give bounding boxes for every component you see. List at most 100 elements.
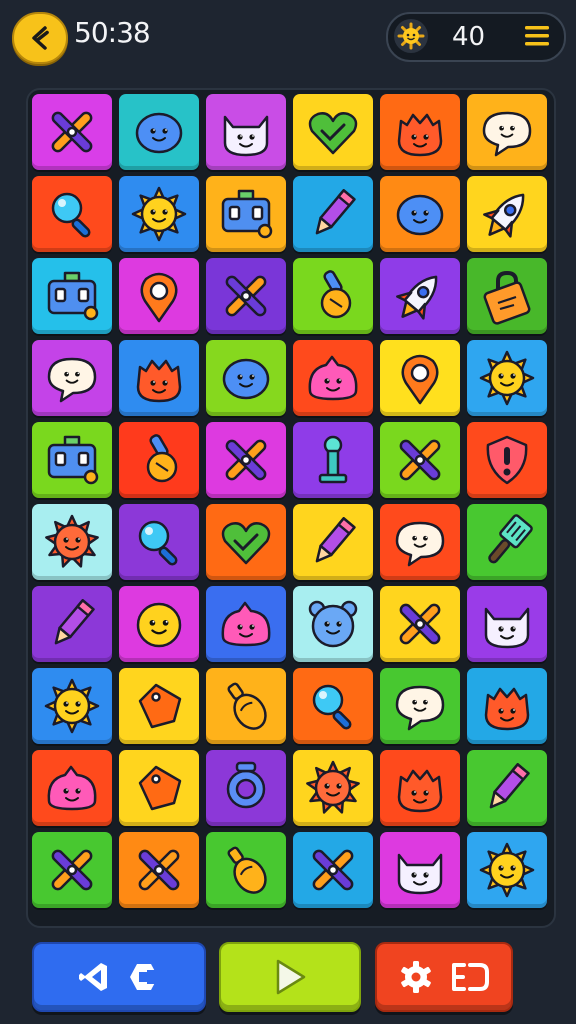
blob-face-icon <box>135 112 183 154</box>
tile-speech-face[interactable] <box>380 504 460 580</box>
tile-monster-face[interactable] <box>119 340 199 416</box>
tile-rocket[interactable] <box>467 176 547 252</box>
score-panel: 40 <box>386 12 566 62</box>
tile-crossed-sticks[interactable] <box>32 832 112 908</box>
monster-face-icon <box>136 359 182 403</box>
tile-blob-face[interactable] <box>380 176 460 252</box>
tile-pin[interactable] <box>119 258 199 334</box>
crossed-sticks-icon <box>399 603 441 645</box>
tile-cat-face[interactable] <box>206 94 286 170</box>
tile-tag[interactable] <box>119 750 199 826</box>
tile-crossed-sticks[interactable] <box>293 832 373 908</box>
tile-tag[interactable] <box>119 668 199 744</box>
bottom-bar <box>0 936 576 1024</box>
blob-face-icon <box>396 194 444 236</box>
tile-slime-face[interactable] <box>32 750 112 826</box>
crossed-sticks-icon <box>225 275 267 317</box>
play-button[interactable] <box>219 942 361 1012</box>
tile-crossed-sticks[interactable] <box>206 258 286 334</box>
tile-speech-face[interactable] <box>467 94 547 170</box>
magnifier-icon <box>51 192 91 238</box>
brush-icon <box>146 434 178 483</box>
heart-icon <box>308 112 358 155</box>
tile-pin[interactable] <box>380 340 460 416</box>
speech-face-icon <box>395 685 445 731</box>
hamburger-menu-icon[interactable] <box>524 24 550 48</box>
slime-face-icon <box>221 601 271 647</box>
star-face-icon <box>45 514 99 568</box>
tile-spatula[interactable] <box>467 504 547 580</box>
tile-brush[interactable] <box>119 422 199 498</box>
sun-face-icon <box>44 678 100 734</box>
smile-face-icon <box>136 602 182 648</box>
tile-star-face[interactable] <box>293 750 373 826</box>
tile-slime-face[interactable] <box>206 586 286 662</box>
sun-face-icon <box>479 842 535 898</box>
tile-bear-face[interactable] <box>293 586 373 662</box>
sun-coin-icon <box>394 19 428 53</box>
pin-icon <box>401 354 439 405</box>
tile-bottle[interactable] <box>206 832 286 908</box>
pencil-icon <box>315 189 356 235</box>
tile-monster-face[interactable] <box>380 94 460 170</box>
tile-smile-face[interactable] <box>119 586 199 662</box>
robot-icon <box>47 271 99 321</box>
tools-button[interactable] <box>32 942 206 1012</box>
settings-exit-button[interactable] <box>375 942 513 1012</box>
exit-icon <box>452 963 489 991</box>
tile-blob-face[interactable] <box>206 340 286 416</box>
tile-magnifier[interactable] <box>293 668 373 744</box>
tile-sun-face[interactable] <box>467 832 547 908</box>
tile-heart[interactable] <box>293 94 373 170</box>
tile-pillar[interactable] <box>293 422 373 498</box>
tile-crossed-sticks[interactable] <box>32 94 112 170</box>
tile-pencil[interactable] <box>467 750 547 826</box>
tile-brush[interactable] <box>293 258 373 334</box>
top-bar: 50:38 40 <box>0 0 576 76</box>
tile-sun-face[interactable] <box>467 340 547 416</box>
ring-icon <box>226 761 266 809</box>
tile-shield[interactable] <box>467 422 547 498</box>
tile-pencil[interactable] <box>32 586 112 662</box>
tile-heart[interactable] <box>206 504 286 580</box>
tile-speech-face[interactable] <box>380 668 460 744</box>
tile-monster-face[interactable] <box>380 750 460 826</box>
tile-robot[interactable] <box>206 176 286 252</box>
rocket-icon <box>396 275 438 320</box>
back-button[interactable] <box>12 12 68 64</box>
sun-face-icon <box>131 186 187 242</box>
speech-face-icon <box>395 521 445 567</box>
tile-crossed-sticks[interactable] <box>119 832 199 908</box>
cat-face-icon <box>397 853 443 895</box>
brush-icon <box>320 270 352 319</box>
tile-magnifier[interactable] <box>32 176 112 252</box>
tile-lock[interactable] <box>467 258 547 334</box>
tile-sun-face[interactable] <box>32 668 112 744</box>
tile-cat-face[interactable] <box>467 586 547 662</box>
pencil-icon <box>489 763 530 809</box>
tile-robot[interactable] <box>32 258 112 334</box>
robot-icon <box>221 189 273 239</box>
tile-pencil[interactable] <box>293 176 373 252</box>
tile-crossed-sticks[interactable] <box>380 422 460 498</box>
speech-face-icon <box>47 357 97 403</box>
tile-crossed-sticks[interactable] <box>380 586 460 662</box>
tile-ring[interactable] <box>206 750 286 826</box>
monster-face-icon <box>397 769 443 813</box>
tile-slime-face[interactable] <box>293 340 373 416</box>
tile-bottle[interactable] <box>206 668 286 744</box>
tile-monster-face[interactable] <box>467 668 547 744</box>
bottle-icon <box>227 846 267 894</box>
tile-speech-face[interactable] <box>32 340 112 416</box>
tile-rocket[interactable] <box>380 258 460 334</box>
tile-crossed-sticks[interactable] <box>206 422 286 498</box>
blob-face-icon <box>222 358 270 400</box>
tile-robot[interactable] <box>32 422 112 498</box>
tile-pencil[interactable] <box>293 504 373 580</box>
tile-cat-face[interactable] <box>380 832 460 908</box>
tile-sun-face[interactable] <box>119 176 199 252</box>
tile-star-face[interactable] <box>32 504 112 580</box>
pencil-icon <box>315 517 356 563</box>
tile-blob-face[interactable] <box>119 94 199 170</box>
tile-magnifier[interactable] <box>119 504 199 580</box>
